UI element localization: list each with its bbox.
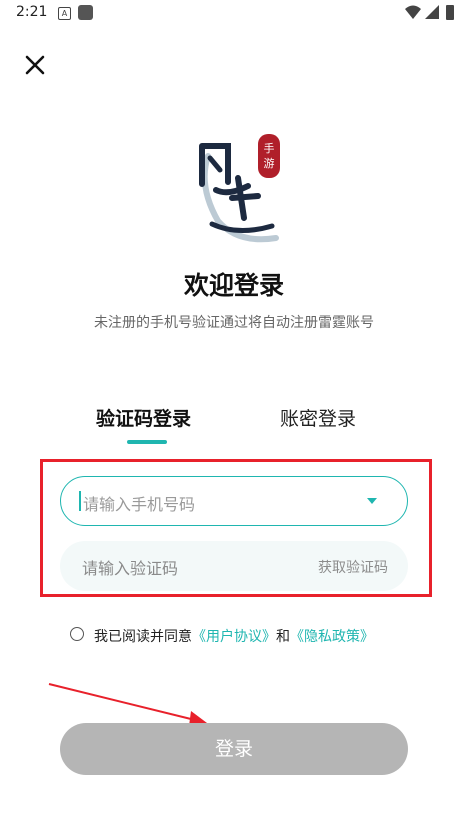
phone-input[interactable]: 请输入手机号码: [60, 476, 408, 526]
notification-app-icon: [78, 5, 93, 20]
get-code-button[interactable]: 获取验证码: [318, 557, 388, 577]
code-placeholder: 请输入验证码: [82, 559, 179, 578]
agreement-and: 和: [276, 629, 290, 645]
wifi-icon: [405, 5, 421, 19]
status-bar: 2:21 A: [0, 0, 468, 28]
tab-sms-login[interactable]: 验证码登录: [96, 404, 191, 431]
user-agreement-link[interactable]: 《用户协议》: [192, 629, 276, 645]
phone-placeholder: 请输入手机号码: [83, 495, 196, 514]
agreement-text: 我已阅读并同意《用户协议》和《隐私政策》: [94, 626, 374, 646]
active-tab-indicator: [127, 440, 167, 444]
page-subtitle: 未注册的手机号验证通过将自动注册雷霆账号: [94, 315, 374, 331]
agreement-prefix: 我已阅读并同意: [94, 629, 192, 645]
status-time: 2:21: [16, 4, 48, 20]
verification-code-input[interactable]: 请输入验证码 获取验证码: [60, 541, 408, 591]
notification-a-icon: A: [58, 7, 71, 20]
privacy-policy-link[interactable]: 《隐私政策》: [290, 629, 374, 645]
agreement-checkbox[interactable]: [70, 627, 84, 641]
close-icon[interactable]: [22, 52, 48, 78]
dropdown-triangle-icon[interactable]: [367, 498, 377, 504]
tab-password-login[interactable]: 账密登录: [280, 404, 356, 431]
text-cursor: [79, 491, 81, 511]
login-button[interactable]: 登录: [60, 723, 408, 775]
page-title: 欢迎登录: [183, 271, 284, 300]
battery-icon: [446, 5, 454, 20]
signal-icon: [425, 5, 439, 19]
game-logo: 手游: [199, 134, 280, 243]
